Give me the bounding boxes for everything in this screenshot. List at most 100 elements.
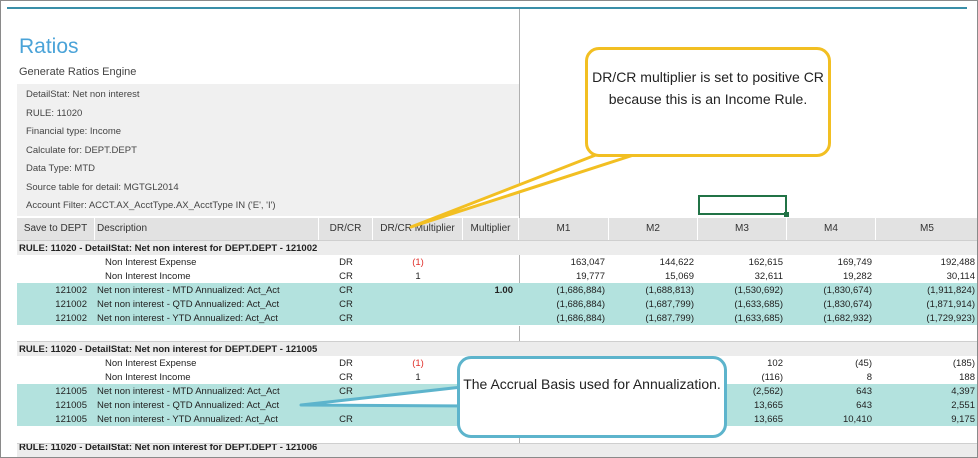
drcr-cell: CR <box>339 299 353 310</box>
drcr-cell: CR <box>339 313 353 324</box>
table-row[interactable]: 121002 Net non interest - QTD Annualized:… <box>17 297 977 312</box>
description-cell: Net non interest - YTD Annualized: Act_A… <box>97 313 278 324</box>
drcr-multiplier-cell: 1 <box>415 271 421 282</box>
drcr-cell <box>319 398 373 413</box>
month-value-cell: 10,410 <box>842 414 872 425</box>
top-accent-line <box>7 7 967 9</box>
group-header-row: RULE: 11020 - DetailStat: Net non intere… <box>17 341 977 356</box>
description-cell: Non Interest Expense <box>105 358 197 369</box>
month-value-cell: (1,688,813) <box>645 285 694 296</box>
column-header[interactable]: Save to DEPT <box>17 218 95 240</box>
column-header[interactable]: M5 <box>876 218 977 240</box>
drcr-multiplier-cell: 1 <box>415 372 421 383</box>
page-subtitle: Generate Ratios Engine <box>19 66 137 78</box>
info-line: Data Type: MTD <box>26 163 95 174</box>
month-value-cell: 192,488 <box>940 257 975 268</box>
month-value-cell: (1,911,824) <box>927 285 975 296</box>
info-line: DetailStat: Net non interest <box>26 89 140 100</box>
table-row[interactable]: Non Interest Expense DR (1) 163,047 144,622 1… <box>17 255 977 270</box>
month-value-cell: 169,749 <box>837 257 872 268</box>
month-value-cell: 9,175 <box>951 414 975 425</box>
month-value-cell: (1,686,884) <box>556 313 605 324</box>
multiplier-cell <box>463 297 513 312</box>
month-value-cell: 15,069 <box>664 271 694 282</box>
column-header[interactable]: Multiplier <box>463 218 519 240</box>
multiplier-cell <box>463 255 513 270</box>
drcr-cell: CR <box>339 386 353 397</box>
drcr-cell: CR <box>339 271 353 282</box>
dept-cell: 121002 <box>55 313 87 324</box>
month-value-cell: 4,397 <box>951 386 975 397</box>
drcr-multiplier-cell <box>373 412 463 427</box>
month-value-cell: (1,830,674) <box>823 299 872 310</box>
month-value-cell: 8 <box>866 372 872 383</box>
group-title: RULE: 11020 - DetailStat: Net non intere… <box>19 344 318 355</box>
drcr-multiplier-cell <box>373 311 463 326</box>
group-title: RULE: 11020 - DetailStat: Net non intere… <box>19 243 318 254</box>
month-value-cell: 19,777 <box>575 271 605 282</box>
info-line: RULE: 11020 <box>26 107 83 119</box>
month-value-cell: 643 <box>856 400 872 411</box>
drcr-cell: DR <box>339 358 353 369</box>
group-title: RULE: 11020 - DetailStat: Net non intere… <box>19 443 318 453</box>
info-line: Account Filter: ACCT.AX_AcctType.AX_Acct… <box>26 200 276 211</box>
callout-drcr-note: DR/CR multiplier is set to positive CR b… <box>585 47 831 157</box>
drcr-multiplier-cell <box>373 297 463 312</box>
column-header[interactable]: M4 <box>787 218 876 240</box>
description-cell: Non Interest Expense <box>105 257 197 268</box>
table-row[interactable]: 121002 Net non interest - MTD Annualized:… <box>17 283 977 298</box>
month-value-cell: (1,633,685) <box>734 299 783 310</box>
table-row[interactable]: Non Interest Income CR 1 19,777 15,069 32,611… <box>17 269 977 284</box>
month-value-cell: 19,282 <box>842 271 872 282</box>
table-row[interactable]: 121002 Net non interest - YTD Annualized:… <box>17 311 977 326</box>
selected-cell[interactable] <box>698 195 789 217</box>
month-value-cell: (1,530,692) <box>734 285 783 296</box>
description-cell: Non Interest Income <box>105 372 191 383</box>
info-line: Financial type: Income <box>26 126 122 137</box>
month-value-cell: (1,687,799) <box>645 299 694 310</box>
group-header-row: RULE: 11020 - DetailStat: Net non intere… <box>17 240 977 255</box>
month-value-cell: 32,611 <box>754 271 783 282</box>
column-header[interactable]: DR/CR Multiplier <box>373 218 463 240</box>
column-header[interactable]: M1 <box>519 218 609 240</box>
drcr-multiplier-cell <box>373 398 463 413</box>
table-row-group-partial: RULE: 11020 - DetailStat: Net non intere… <box>17 443 977 457</box>
multiplier-cell: 1.00 <box>494 285 514 296</box>
drcr-multiplier-cell <box>373 283 463 298</box>
month-value-cell: 162,615 <box>748 257 783 268</box>
rule-info-panel: DetailStat: Net non interest RULE: 11020 F… <box>17 84 519 216</box>
description-cell: Non Interest Income <box>105 271 191 282</box>
drcr-multiplier-cell: (1) <box>412 358 424 369</box>
spreadsheet-window: Ratios Generate Ratios Engine DetailStat… <box>0 0 978 458</box>
dept-cell: 121005 <box>55 400 87 411</box>
column-header[interactable]: Description <box>95 218 319 240</box>
multiplier-cell <box>463 269 513 284</box>
description-cell: Net non interest - QTD Annualized: Act_A… <box>97 400 280 411</box>
month-value-cell: (185) <box>952 358 975 369</box>
dept-cell: 121005 <box>55 386 87 397</box>
month-value-cell: 2,551 <box>951 400 975 411</box>
callout-accrual-note: The Accrual Basis used for Annualization… <box>457 356 727 438</box>
month-value-cell: (1,686,884) <box>556 285 605 296</box>
column-header[interactable]: DR/CR <box>319 218 373 240</box>
month-value-cell: (45) <box>855 358 872 369</box>
info-line: Source table for detail: MGTGL2014 <box>26 181 179 193</box>
month-value-cell: (1,687,799) <box>645 313 694 324</box>
dept-cell: 121005 <box>55 414 87 425</box>
column-header[interactable]: M2 <box>609 218 698 240</box>
month-value-cell: 163,047 <box>570 257 605 268</box>
month-value-cell: 643 <box>856 386 872 397</box>
description-cell: Net non interest - MTD Annualized: Act_A… <box>97 285 280 296</box>
multiplier-cell <box>463 311 513 326</box>
dept-cell: 121002 <box>55 299 87 310</box>
drcr-cell: CR <box>339 414 353 425</box>
month-value-cell: 144,622 <box>659 257 694 268</box>
dept-cell: 121002 <box>55 285 87 296</box>
drcr-multiplier-cell <box>373 384 463 399</box>
month-value-cell: 30,114 <box>946 271 975 282</box>
column-header[interactable]: M3 <box>698 218 787 240</box>
description-cell: Net non interest - QTD Annualized: Act_A… <box>97 299 280 310</box>
table-header: Save to DEPT Description DR/CR DR/CR Multip… <box>17 218 977 240</box>
page-title: Ratios <box>19 35 79 58</box>
month-value-cell: (1,633,685) <box>734 313 783 324</box>
